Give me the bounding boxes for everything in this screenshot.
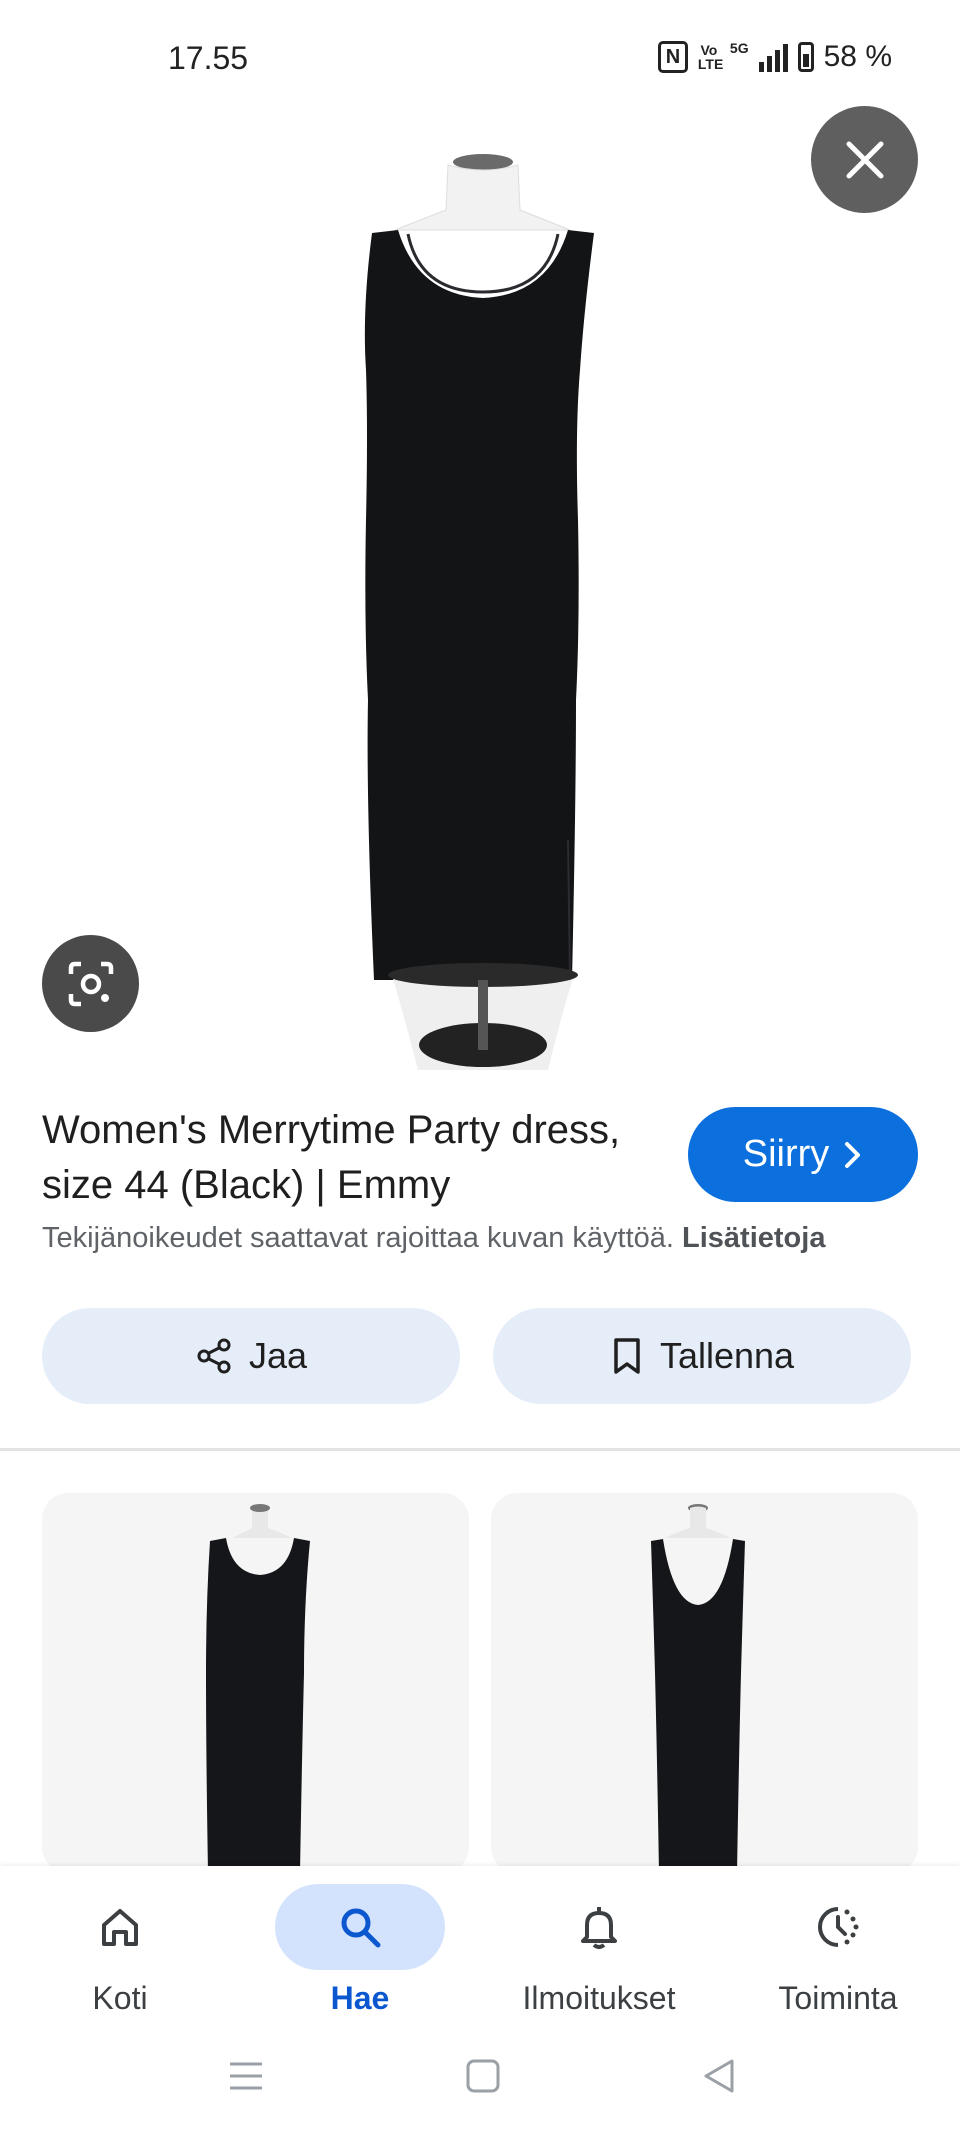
save-button[interactable]: Tallenna — [493, 1308, 911, 1404]
visit-label: Siirry — [742, 1133, 830, 1175]
back-icon[interactable] — [700, 2056, 740, 2096]
home-icon — [102, 1909, 138, 1946]
copyright-notice: Tekijänoikeudet saattavat rajoittaa kuva… — [42, 1222, 922, 1255]
nav-label: Koti — [92, 1980, 148, 2016]
activity-icon — [818, 1907, 859, 1947]
nfc-icon: N — [657, 41, 688, 73]
search-icon — [341, 1908, 381, 1948]
volte-bottom: LTE — [697, 56, 724, 72]
volte-icon: Vo LTE — [697, 42, 724, 72]
status-icons: N Vo LTE 5G 58 % — [657, 40, 892, 74]
save-label: Tallenna — [659, 1335, 795, 1376]
nav-item-search[interactable]: Hae — [250, 1866, 470, 2026]
nav-label: Toiminta — [778, 1980, 898, 2016]
nav-label: Ilmoitukset — [522, 1980, 676, 2016]
battery-level: 58 % — [823, 40, 892, 73]
status-time: 17.55 — [168, 40, 249, 76]
home-button-icon[interactable] — [463, 2056, 503, 2096]
share-label: Jaa — [248, 1335, 308, 1376]
nav-icon-wrap — [514, 1884, 684, 1970]
nav-icon-wrap — [35, 1884, 205, 1970]
lens-icon — [68, 961, 113, 1006]
product-image[interactable] — [0, 140, 960, 1080]
visit-button[interactable]: Siirry — [688, 1107, 918, 1202]
volte-top: Vo — [700, 42, 718, 58]
network-type: 5G — [729, 40, 749, 56]
divider — [0, 1448, 960, 1451]
learn-more-link[interactable]: Lisätietoja — [682, 1222, 825, 1254]
copyright-text: Tekijänoikeudet saattavat rajoittaa kuva… — [42, 1222, 674, 1254]
nav-item-activity[interactable]: Toiminta — [728, 1866, 948, 2026]
bottom-navigation: Koti Hae Ilmoitukset Toiminta — [0, 1866, 960, 2026]
related-image-card[interactable] — [491, 1493, 918, 1873]
system-navigation — [0, 2026, 960, 2133]
battery-icon — [797, 42, 814, 72]
lens-button[interactable] — [42, 935, 139, 1032]
bell-icon — [581, 1907, 617, 1949]
close-icon — [846, 141, 883, 178]
dress-front-thumbnail — [206, 1504, 310, 1873]
recent-apps-icon[interactable] — [226, 2056, 266, 2096]
bookmark-icon — [614, 1338, 640, 1374]
nav-label: Hae — [330, 1980, 390, 2016]
related-image-card[interactable] — [42, 1493, 469, 1873]
share-icon — [197, 1338, 231, 1374]
chevron-right-icon — [845, 1141, 861, 1168]
close-button[interactable] — [811, 106, 918, 213]
nav-icon-wrap — [753, 1884, 923, 1970]
nav-item-home[interactable]: Koti — [10, 1866, 230, 2026]
nav-item-notifications[interactable]: Ilmoitukset — [489, 1866, 709, 2026]
signal-icon — [758, 42, 788, 72]
nav-icon-wrap — [275, 1884, 445, 1970]
share-button[interactable]: Jaa — [42, 1308, 460, 1404]
status-bar: 17.55 N Vo LTE 5G 58 % — [0, 0, 960, 120]
dress-illustration — [364, 154, 594, 1070]
dress-back-thumbnail — [651, 1504, 745, 1873]
result-title[interactable]: Women's Merrytime Party dress, size 44 (… — [42, 1103, 642, 1213]
